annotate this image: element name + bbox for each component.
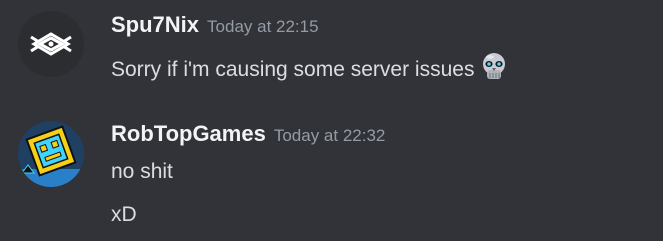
- geometry-dash-cube-icon: [18, 121, 84, 187]
- username[interactable]: RobTopGames: [111, 121, 266, 146]
- message-text: Sorry if i'm causing some server issues: [111, 58, 475, 81]
- robot-skull-emoji-icon[interactable]: [480, 52, 508, 82]
- message-content: no shit: [111, 160, 173, 184]
- message-group-spu7nix: Spu7Nix Today at 22:15 Sorry if i'm causi…: [0, 0, 663, 105]
- message-header: Spu7Nix Today at 22:15: [111, 12, 319, 38]
- username[interactable]: Spu7Nix: [111, 12, 199, 37]
- avatar-spu7nix[interactable]: [18, 11, 84, 77]
- message-header: RobTopGames Today at 22:32: [111, 121, 385, 147]
- timestamp[interactable]: Today at 22:15: [207, 17, 319, 36]
- message-text: xD: [111, 203, 137, 226]
- spu7nix-logo-icon: [18, 11, 84, 77]
- message-content: Sorry if i'm causing some server issues: [111, 52, 508, 82]
- avatar-robtopgames[interactable]: [18, 121, 84, 187]
- message-text: no shit: [111, 160, 173, 183]
- message-group-robtopgames: RobTopGames Today at 22:32 no shit xD: [0, 105, 663, 241]
- timestamp[interactable]: Today at 22:32: [274, 126, 386, 145]
- message-content: xD: [111, 203, 137, 227]
